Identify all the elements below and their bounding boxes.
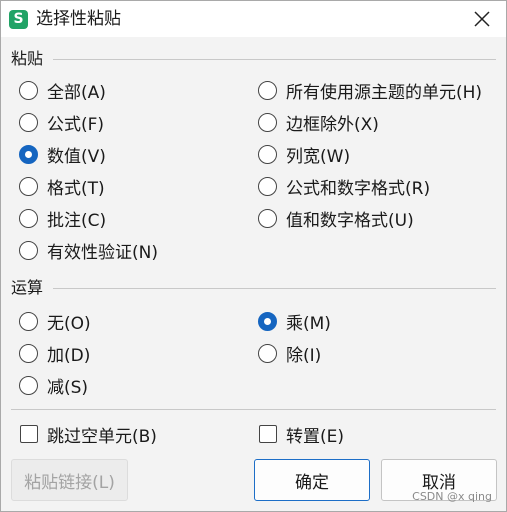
option-label: 全部(A) [47, 82, 106, 103]
paste-special-dialog: S 选择性粘贴 粘贴 全部(A) 所有使用源主题的单元(H) 公式(F) 边框除… [0, 0, 507, 512]
option-label: 乘(M) [286, 313, 331, 334]
option-label: 无(O) [47, 313, 91, 334]
paste-option-formats[interactable]: 格式(T) [19, 174, 105, 199]
operation-option-divide[interactable]: 除(I) [258, 341, 322, 366]
option-label: 公式(F) [47, 114, 105, 135]
option-label: 批注(C) [47, 210, 107, 231]
radio-icon [258, 112, 277, 132]
dialog-title: 选择性粘贴 [36, 9, 121, 29]
option-label: 列宽(W) [286, 146, 351, 167]
paste-option-formulas[interactable]: 公式(F) [19, 110, 105, 135]
operation-section-divider [53, 288, 496, 289]
radio-icon [19, 112, 38, 132]
paste-option-column-widths[interactable]: 列宽(W) [258, 142, 351, 167]
app-icon: S [9, 10, 28, 29]
option-label: 公式和数字格式(R) [286, 178, 431, 199]
radio-checked-icon [258, 311, 277, 331]
option-label: 值和数字格式(U) [286, 210, 414, 231]
option-label: 有效性验证(N) [47, 242, 158, 263]
paste-option-formulas-number-formats[interactable]: 公式和数字格式(R) [258, 174, 431, 199]
option-label: 数值(V) [47, 146, 106, 167]
operation-section-title: 运算 [11, 278, 44, 297]
watermark: CSDN @x qing [412, 490, 492, 503]
radio-icon [19, 343, 38, 363]
operation-option-add[interactable]: 加(D) [19, 341, 91, 366]
radio-icon [19, 80, 38, 100]
radio-icon [258, 80, 277, 100]
title-bar: S 选择性粘贴 [1, 1, 506, 37]
option-label: 除(I) [286, 345, 322, 366]
paste-section-divider [53, 59, 496, 60]
option-label: 加(D) [47, 345, 91, 366]
checkbox-icon [20, 425, 38, 443]
paste-link-button[interactable]: 粘贴链接(L) [11, 459, 128, 501]
paste-option-all[interactable]: 全部(A) [19, 78, 106, 103]
close-button[interactable] [464, 4, 500, 34]
paste-option-validation[interactable]: 有效性验证(N) [19, 238, 158, 263]
radio-icon [258, 144, 277, 164]
paste-option-source-theme[interactable]: 所有使用源主题的单元(H) [258, 78, 483, 103]
operation-option-multiply[interactable]: 乘(M) [258, 309, 331, 334]
checkbox-divider [11, 409, 496, 410]
paste-option-values-number-formats[interactable]: 值和数字格式(U) [258, 206, 414, 231]
radio-icon [258, 208, 277, 228]
option-label: 边框除外(X) [286, 114, 379, 135]
checkbox-label: 跳过空单元(B) [47, 426, 157, 447]
operation-option-subtract[interactable]: 减(S) [19, 373, 89, 398]
radio-icon [19, 375, 38, 395]
radio-icon [19, 208, 38, 228]
ok-button[interactable]: 确定 [254, 459, 370, 501]
paste-section-title: 粘贴 [11, 49, 44, 68]
radio-icon [19, 240, 38, 260]
close-icon [474, 11, 490, 27]
checkbox-icon [259, 425, 277, 443]
paste-option-values[interactable]: 数值(V) [19, 142, 106, 167]
option-label: 格式(T) [47, 178, 105, 199]
radio-icon [19, 176, 38, 196]
operation-option-none[interactable]: 无(O) [19, 309, 91, 334]
option-label: 所有使用源主题的单元(H) [286, 82, 483, 103]
radio-checked-icon [19, 144, 38, 164]
skip-blanks-checkbox[interactable]: 跳过空单元(B) [20, 422, 157, 447]
radio-icon [258, 176, 277, 196]
paste-option-except-borders[interactable]: 边框除外(X) [258, 110, 379, 135]
option-label: 减(S) [47, 377, 89, 398]
paste-option-comments[interactable]: 批注(C) [19, 206, 107, 231]
radio-icon [19, 311, 38, 331]
radio-icon [258, 343, 277, 363]
checkbox-label: 转置(E) [286, 426, 345, 447]
transpose-checkbox[interactable]: 转置(E) [259, 422, 345, 447]
